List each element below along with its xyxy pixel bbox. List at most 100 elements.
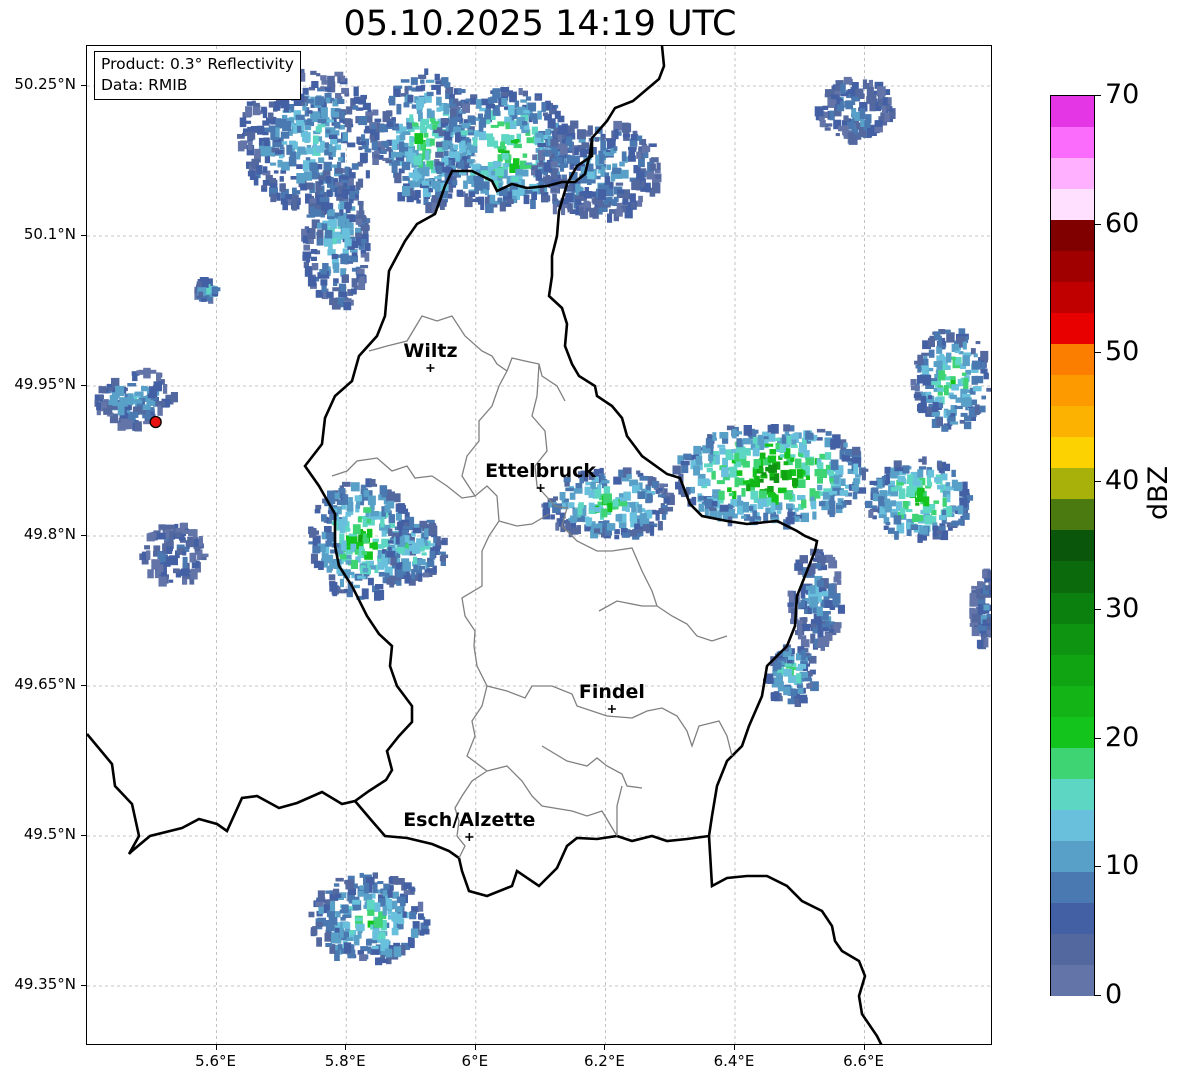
map-canvas[interactable]: Wiltz Ettelbruck Findel Esch/Alzette	[87, 46, 992, 1045]
colorbar-segment	[1051, 220, 1094, 252]
lon-tick	[215, 1045, 217, 1050]
radar-site-icon[interactable]	[149, 415, 162, 429]
map-area[interactable]: Wiltz Ettelbruck Findel Esch/Alzette	[86, 45, 992, 1045]
colorbar-title: dBZ	[1143, 465, 1174, 520]
lat-tick	[81, 385, 86, 386]
colorbar-tick	[1095, 737, 1101, 739]
lon-tick	[345, 1045, 347, 1050]
lon-tick	[863, 1045, 865, 1050]
precip-cell	[910, 328, 991, 432]
colorbar-tick-label: 10	[1105, 850, 1140, 882]
colorbar-tick	[1095, 480, 1101, 482]
precip-cell	[672, 424, 869, 530]
colorbar-tick	[1095, 866, 1101, 868]
lat-tick-label: 49.65°N	[14, 675, 76, 693]
lat-tick	[81, 535, 86, 536]
lat-tick	[81, 685, 86, 686]
colorbar-segment	[1051, 437, 1094, 469]
precip-cell	[865, 456, 974, 543]
colorbar-segment	[1051, 654, 1094, 686]
graticule	[87, 46, 991, 1044]
colorbar-tick-label: 0	[1105, 979, 1123, 1010]
lon-tick-label: 6.4°E	[713, 1052, 755, 1070]
colorbar-tick-label: 60	[1105, 207, 1140, 239]
precip-cell	[308, 872, 431, 966]
lat-tick-label: 50.25°N	[14, 75, 76, 93]
colorbar-tick-label: 20	[1105, 721, 1140, 753]
city-label: Wiltz	[403, 340, 457, 362]
data-source-label: Data: RMIB	[101, 76, 188, 94]
colorbar-segment	[1051, 251, 1094, 283]
site-markers: Wiltz Ettelbruck Findel Esch/Alzette	[149, 340, 645, 841]
colorbar-segment	[1051, 468, 1094, 500]
dbz-colorbar	[1050, 95, 1095, 996]
precip-cell	[763, 644, 819, 707]
colorbar-segment	[1051, 840, 1094, 872]
map-title: 05.10.2025 14:19 UTC	[343, 4, 737, 44]
colorbar-tick-label: 40	[1105, 464, 1140, 496]
lon-tick	[734, 1045, 735, 1050]
colorbar-segment	[1051, 127, 1094, 159]
colorbar-segment	[1051, 561, 1094, 593]
colorbar-tick	[1095, 995, 1101, 996]
colorbar-segment	[1051, 778, 1094, 810]
colorbar-segment	[1051, 499, 1094, 531]
city-marker-icon	[465, 833, 474, 841]
colorbar-segment	[1051, 313, 1094, 345]
colorbar-segment	[1051, 809, 1094, 841]
lat-tick	[81, 985, 86, 986]
city-marker-icon	[607, 705, 616, 713]
colorbar-segment	[1051, 902, 1094, 934]
colorbar-segment	[1051, 747, 1094, 779]
lat-tick-label: 49.95°N	[14, 375, 76, 393]
precip-cell	[969, 568, 991, 650]
colorbar-tick	[1095, 223, 1101, 225]
colorbar-segment	[1051, 685, 1094, 717]
lon-tick-label: 6.2°E	[583, 1052, 625, 1070]
product-info-box: Product: 0.3° Reflectivity Data: RMIB	[94, 51, 301, 100]
city-marker-icon	[536, 484, 545, 492]
colorbar-tick-label: 30	[1105, 593, 1140, 625]
lat-tick-label: 49.5°N	[23, 825, 76, 843]
lon-tick-label: 6.6°E	[843, 1052, 885, 1070]
colorbar-tick-label: 50	[1105, 336, 1140, 368]
city-label: Findel	[579, 681, 645, 703]
colorbar-segment	[1051, 189, 1094, 221]
lon-tick-label: 6°E	[461, 1052, 489, 1070]
lon-tick	[604, 1045, 606, 1050]
city-label: Esch/Alzette	[403, 809, 535, 831]
colorbar-tick	[1095, 352, 1101, 354]
lat-tick-label: 49.35°N	[14, 975, 76, 993]
colorbar-tick	[1095, 95, 1101, 96]
colorbar-segment	[1051, 871, 1094, 903]
lat-tick	[81, 85, 86, 86]
colorbar-segment	[1051, 530, 1094, 562]
lon-tick-label: 5.6°E	[195, 1052, 237, 1070]
city-marker-icon	[426, 364, 435, 372]
lon-tick	[474, 1045, 476, 1050]
city-label: Ettelbruck	[485, 460, 596, 482]
lon-tick-label: 5.8°E	[324, 1052, 366, 1070]
colorbar-segment	[1051, 716, 1094, 748]
colorbar-tick-label: 70	[1105, 79, 1140, 110]
colorbar-segment	[1051, 375, 1094, 407]
precip-cell	[94, 367, 178, 432]
colorbar-segment	[1051, 592, 1094, 624]
lat-tick-label: 49.8°N	[23, 525, 76, 543]
colorbar-segment	[1051, 623, 1094, 655]
lat-tick	[81, 835, 86, 836]
colorbar-segment	[1051, 406, 1094, 438]
precip-cell	[814, 76, 896, 145]
colorbar-segment	[1051, 964, 1094, 996]
colorbar-segment	[1051, 933, 1094, 965]
colorbar-segment	[1051, 282, 1094, 314]
product-label: Product: 0.3° Reflectivity	[101, 55, 294, 73]
lat-tick	[81, 235, 86, 236]
colorbar-segment	[1051, 96, 1094, 128]
colorbar-segment	[1051, 158, 1094, 190]
colorbar-tick	[1095, 609, 1101, 611]
colorbar-segment	[1051, 344, 1094, 376]
lat-tick-label: 50.1°N	[23, 225, 76, 243]
borders	[87, 46, 883, 1044]
precip-cell	[139, 522, 209, 587]
